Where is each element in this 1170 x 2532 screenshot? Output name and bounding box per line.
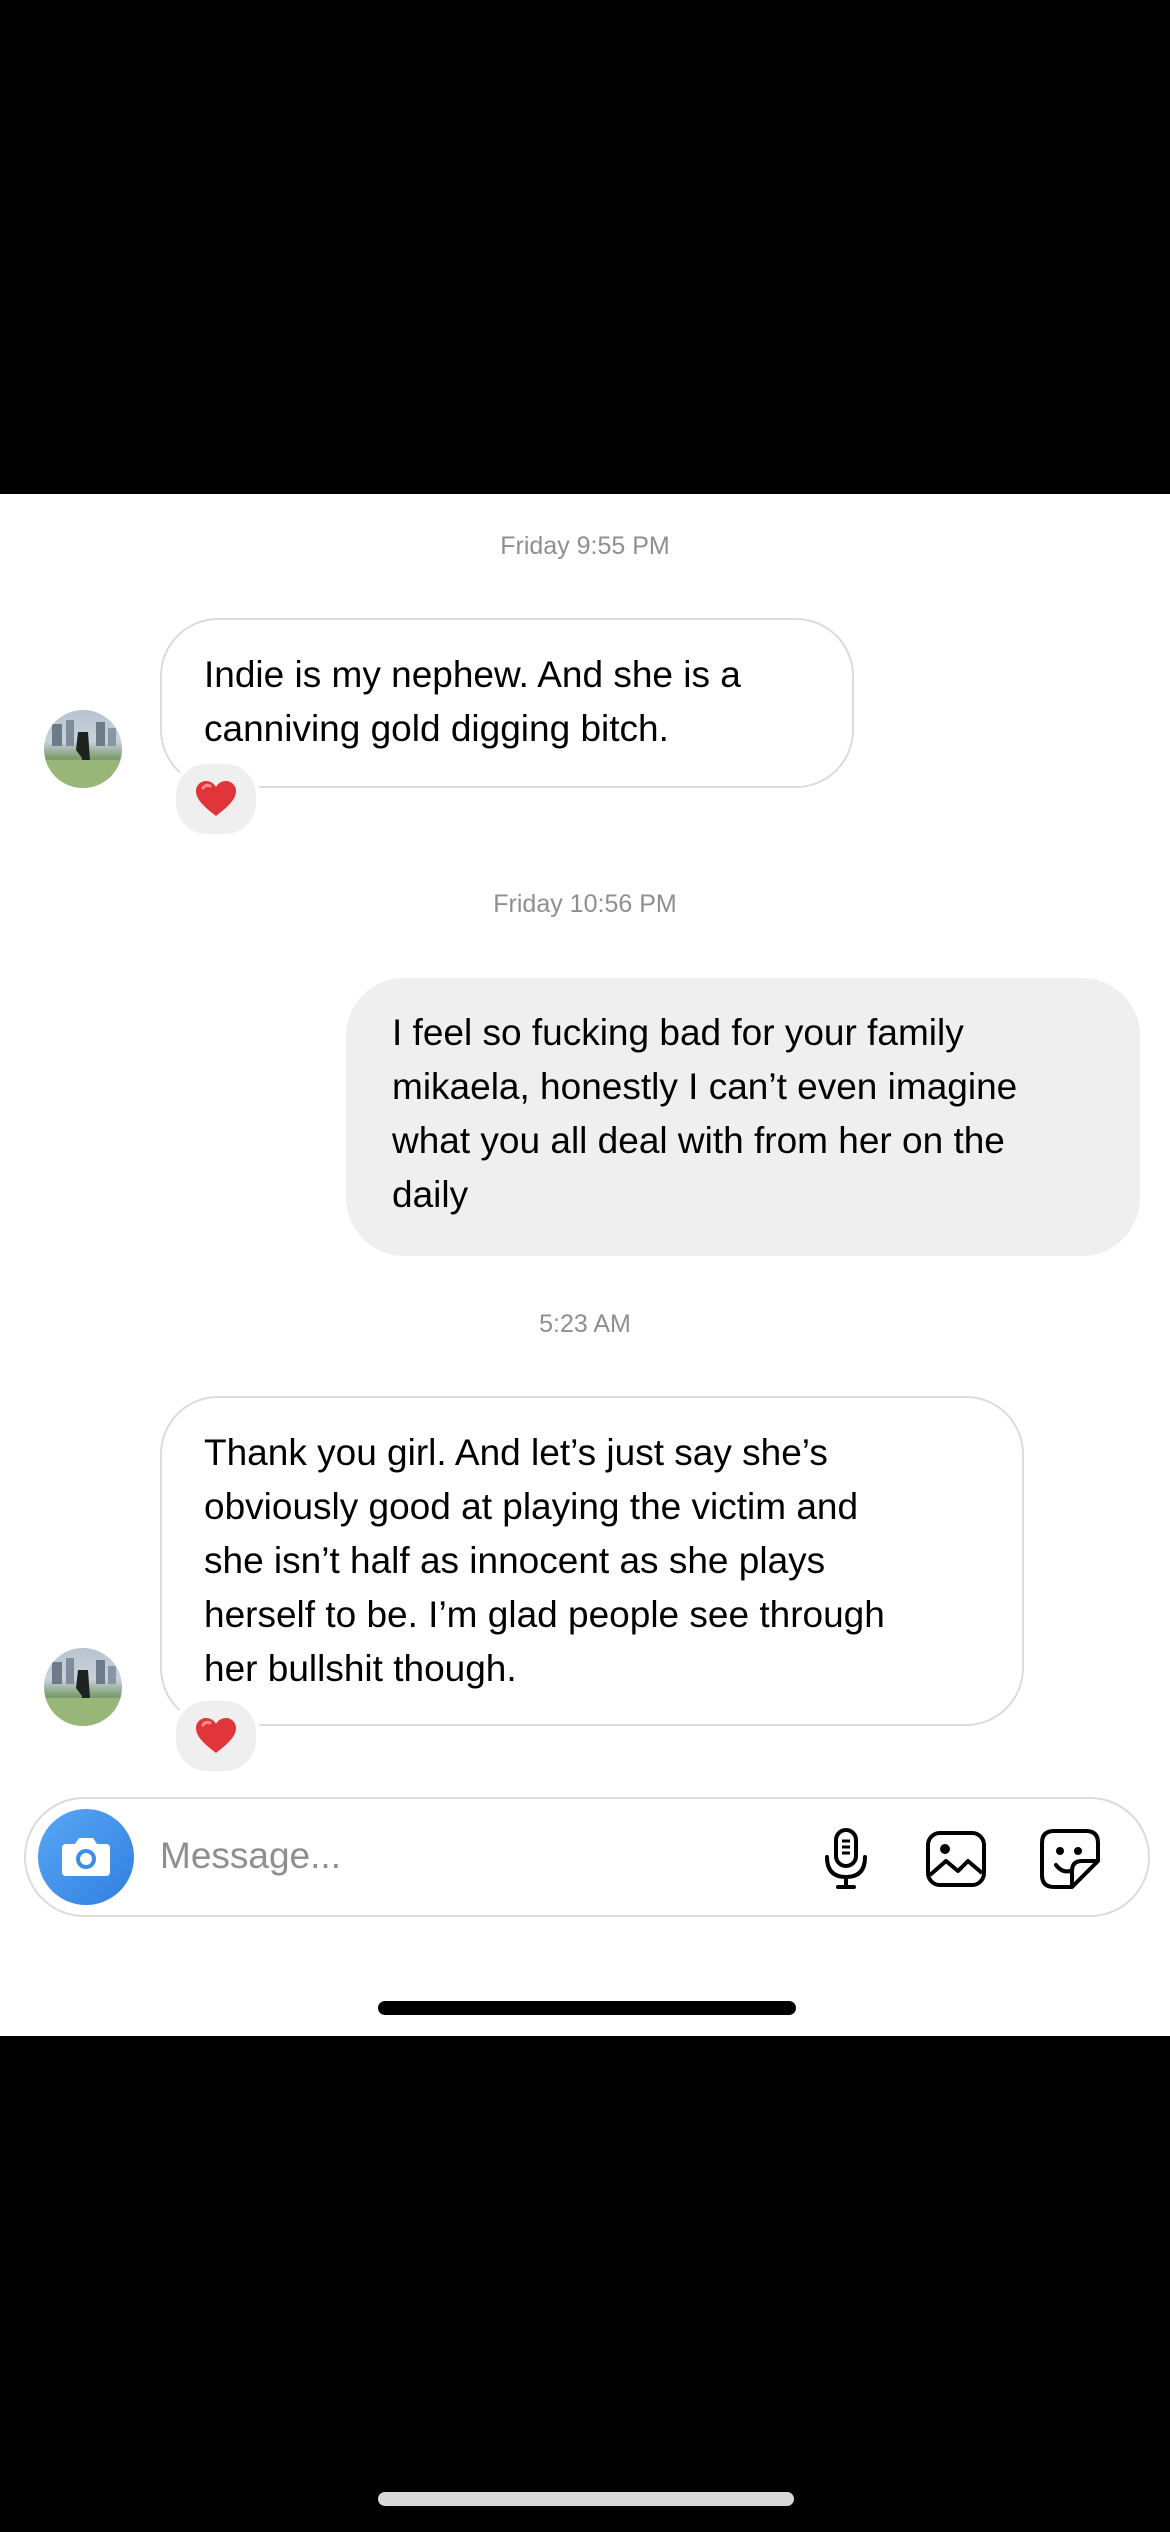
heart-reaction[interactable] [172, 1697, 260, 1775]
outgoing-message-bubble[interactable]: I feel so fucking bad for your family mi… [346, 978, 1140, 1256]
timestamp: Friday 9:55 PM [500, 532, 670, 560]
avatar[interactable] [44, 710, 122, 788]
chat-thread: Friday 9:55 PM Indie is my nephew. And s… [0, 494, 1170, 2036]
message-line: mikaela, honestly I can’t even imagine [392, 1066, 1018, 1107]
home-indicator [378, 2492, 794, 2506]
heart-emoji-icon [196, 1718, 236, 1753]
camera-icon [62, 1838, 110, 1876]
microphone-button[interactable] [814, 1827, 878, 1891]
incoming-message-bubble[interactable]: Thank you girl. And let’s just say she’s… [160, 1396, 1024, 1726]
gallery-icon [926, 1831, 986, 1887]
camera-button[interactable] [38, 1809, 134, 1905]
message-line: herself to be. I’m glad people see throu… [204, 1594, 885, 1635]
timestamp: 5:23 AM [539, 1310, 631, 1338]
microphone-icon [825, 1828, 867, 1889]
message-line: she isn’t half as innocent as she plays [204, 1540, 826, 1581]
message-line: canniving gold digging bitch. [204, 708, 669, 749]
heart-reaction[interactable] [172, 760, 260, 838]
message-composer: Message... [24, 1797, 1150, 1917]
home-indicator [378, 2001, 796, 2015]
message-line: Thank you girl. And let’s just say she’s [204, 1432, 828, 1473]
incoming-message-bubble[interactable]: Indie is my nephew. And she is a cannivi… [160, 618, 854, 788]
message-line: her bullshit though. [204, 1648, 517, 1689]
message-line: I feel so fucking bad for your family [392, 1012, 964, 1053]
gallery-button[interactable] [924, 1827, 988, 1891]
message-line: daily [392, 1174, 469, 1215]
heart-emoji-icon [196, 781, 236, 816]
avatar[interactable] [44, 1648, 122, 1726]
message-line: obviously good at playing the victim and [204, 1486, 859, 1527]
sticker-button[interactable] [1038, 1827, 1102, 1891]
sticker-icon [1040, 1829, 1100, 1889]
message-line: Indie is my nephew. And she is a [204, 654, 741, 695]
message-line: what you all deal with from her on the [392, 1120, 1005, 1161]
timestamp: Friday 10:56 PM [493, 890, 677, 918]
message-input[interactable]: Message... [160, 1835, 341, 1877]
